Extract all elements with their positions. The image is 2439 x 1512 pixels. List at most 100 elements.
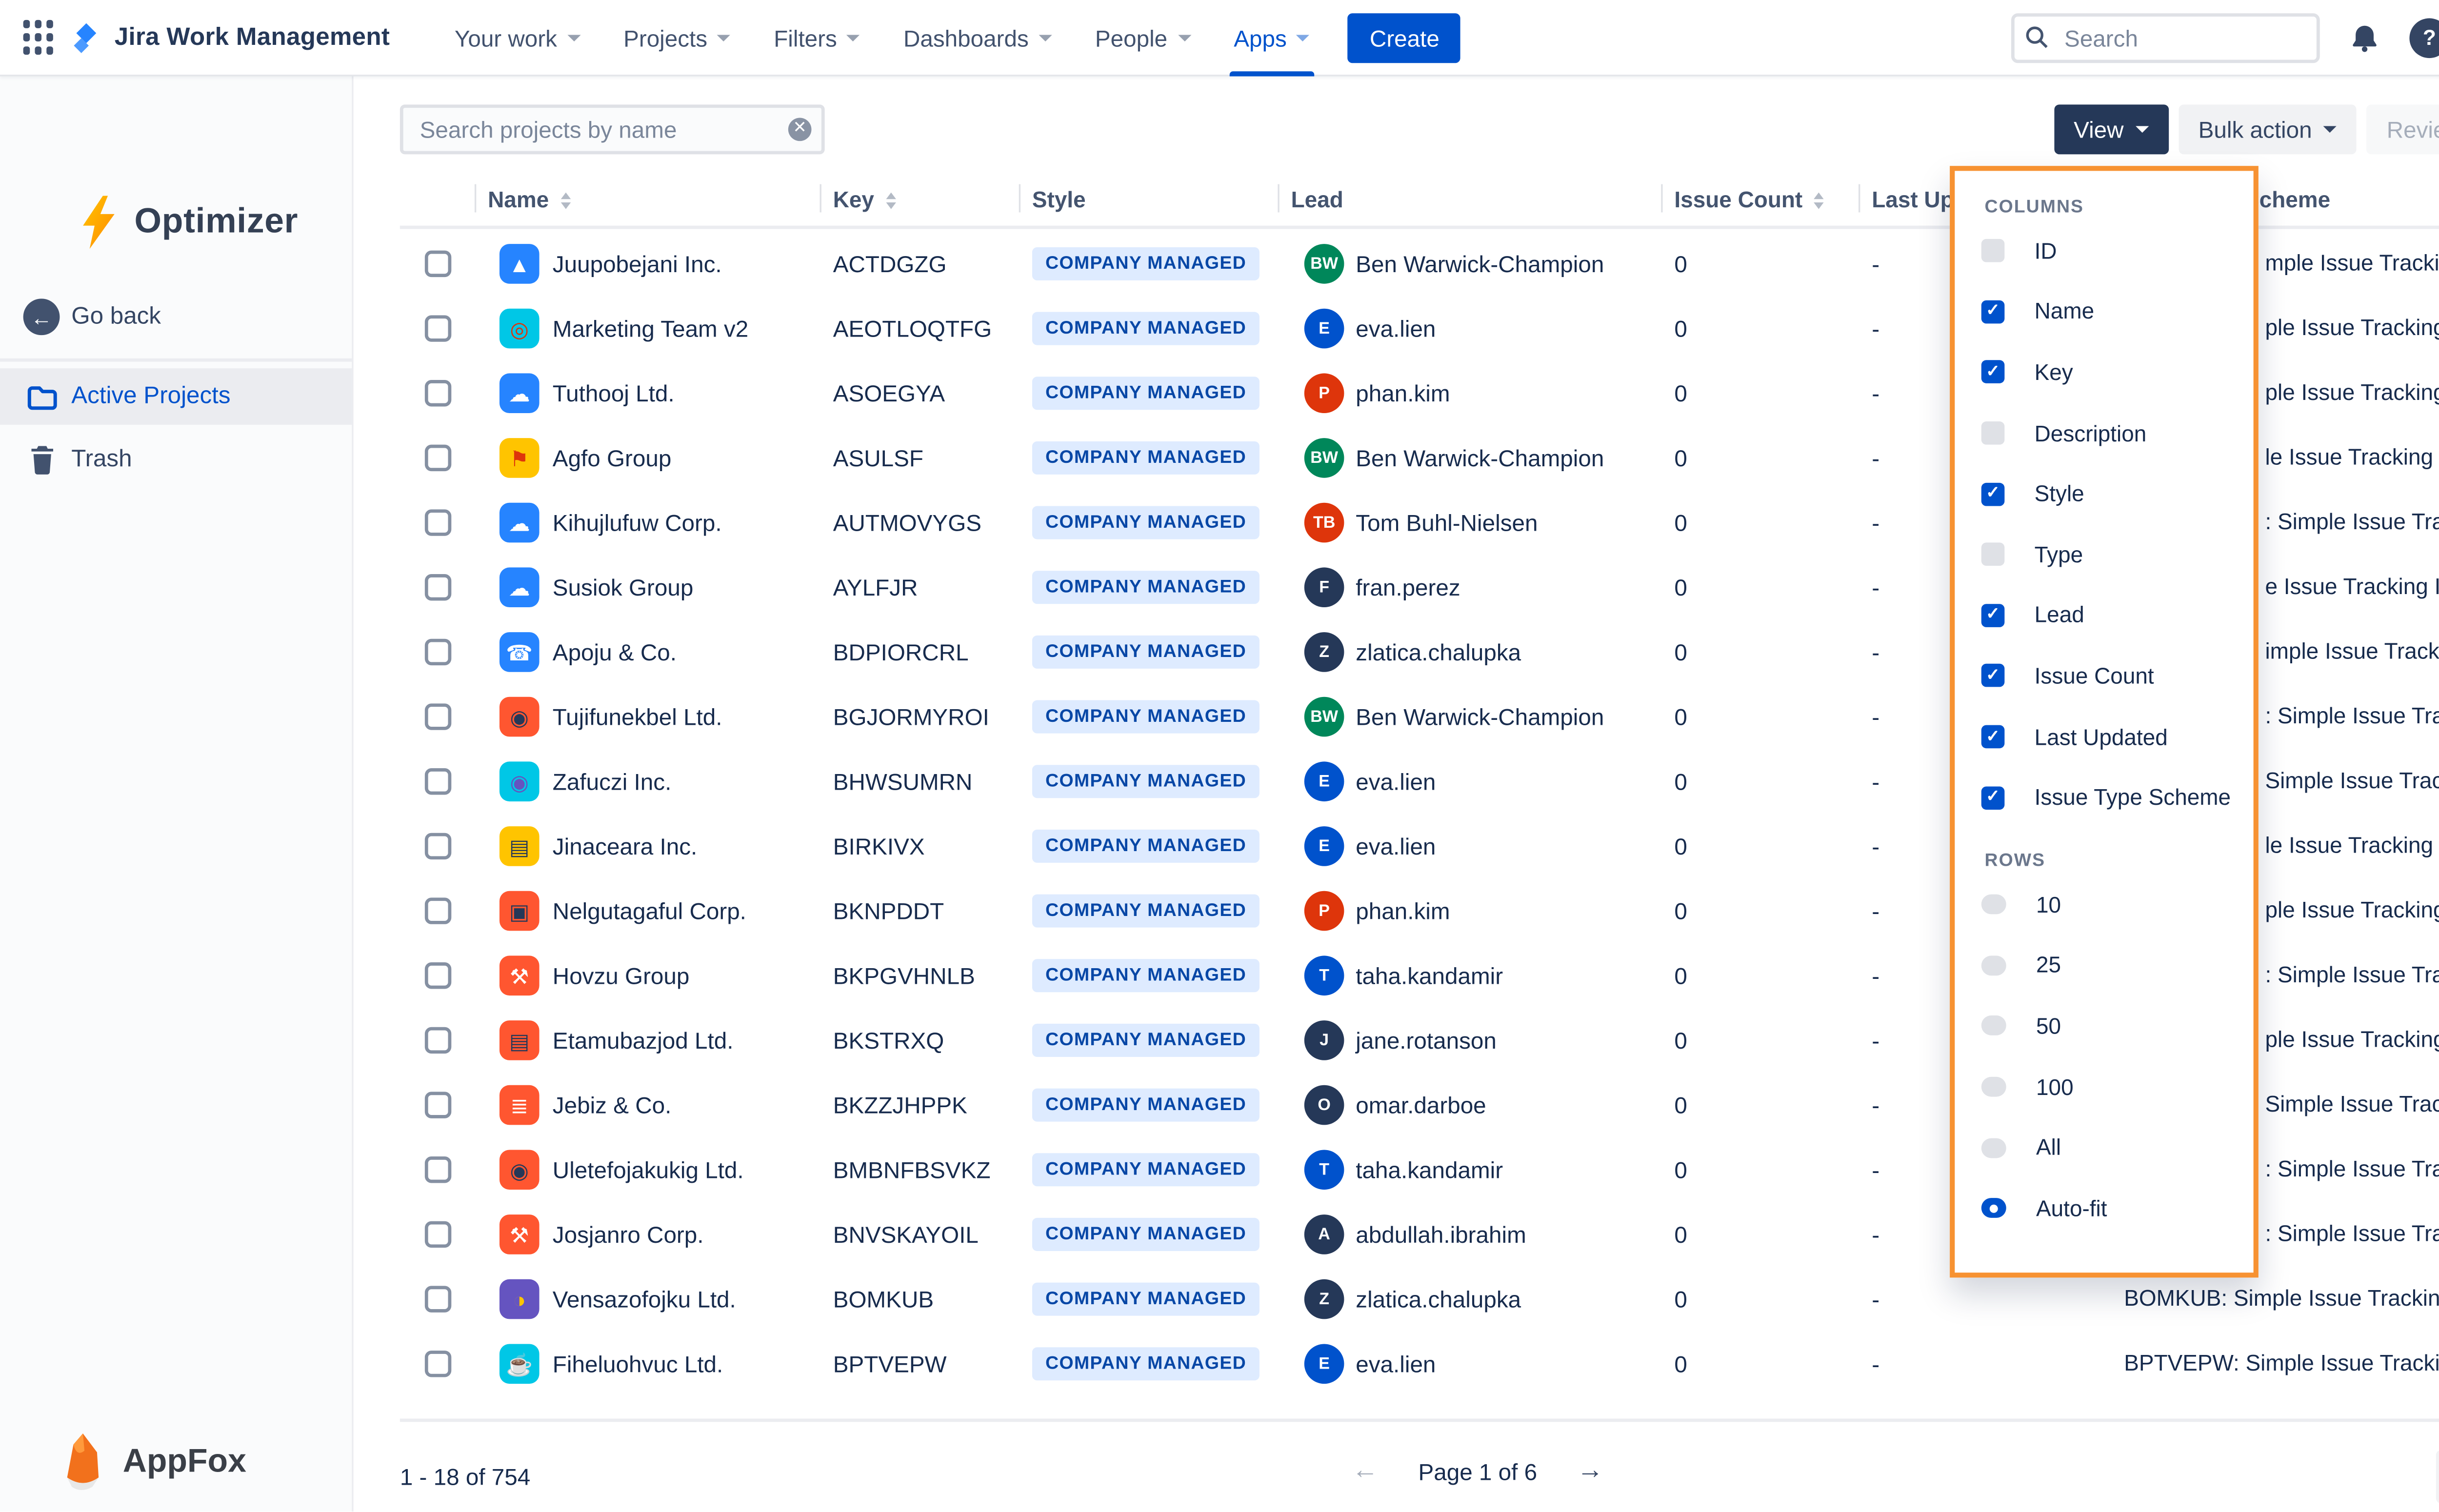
sidebar-item-active-projects[interactable]: Active Projects — [0, 368, 352, 425]
column-toggle-id[interactable]: ID — [1981, 220, 2254, 281]
row-checkbox[interactable] — [425, 509, 451, 536]
export-button[interactable]: Export — [2435, 1450, 2439, 1503]
row-checkbox[interactable] — [425, 1092, 451, 1118]
create-button[interactable]: Create — [1348, 13, 1461, 62]
checkbox-checked-icon[interactable]: ✓ — [1981, 300, 2005, 323]
project-name[interactable]: Nelgutagaful Corp. — [553, 897, 746, 924]
brand[interactable]: Jira Work Management — [70, 21, 390, 54]
prev-page-button[interactable]: ← — [1352, 1457, 1378, 1487]
project-name[interactable]: Apoju & Co. — [553, 639, 677, 665]
column-toggle-key[interactable]: ✓Key — [1981, 342, 2254, 402]
notifications-icon[interactable] — [2348, 21, 2381, 54]
rows-option-10[interactable]: 10 — [1981, 875, 2254, 935]
project-name[interactable]: Jebiz & Co. — [553, 1092, 672, 1118]
column-toggle-type[interactable]: Type — [1981, 524, 2254, 585]
view-button[interactable]: View — [2054, 104, 2168, 154]
project-name[interactable]: Tujifunekbel Ltd. — [553, 703, 722, 730]
column-resize-handle[interactable] — [1859, 184, 1860, 213]
help-icon[interactable]: ? — [2410, 18, 2439, 58]
column-toggle-style[interactable]: ✓Style — [1981, 463, 2254, 524]
row-checkbox[interactable] — [425, 445, 451, 471]
rows-option-all[interactable]: All — [1981, 1117, 2254, 1177]
checkbox-checked-icon[interactable]: ✓ — [1981, 664, 2005, 688]
row-checkbox[interactable] — [425, 703, 451, 730]
next-page-button[interactable]: → — [1577, 1457, 1603, 1487]
project-name[interactable]: Uletefojakukig Ltd. — [553, 1156, 744, 1183]
row-checkbox[interactable] — [425, 639, 451, 665]
row-checkbox[interactable] — [425, 315, 451, 341]
bulk-action-button[interactable]: Bulk action — [2179, 104, 2357, 154]
project-name[interactable]: Hovzu Group — [553, 962, 690, 989]
checkbox-unchecked-icon[interactable] — [1981, 543, 2005, 566]
row-checkbox[interactable] — [425, 1027, 451, 1054]
project-name[interactable]: Juupobejani Inc. — [553, 251, 722, 277]
project-search[interactable]: ✕ — [400, 104, 825, 154]
column-header-name[interactable]: Name — [488, 187, 570, 212]
nav-item-apps[interactable]: Apps — [1212, 0, 1332, 76]
nav-item-filters[interactable]: Filters — [752, 0, 882, 76]
checkbox-checked-icon[interactable]: ✓ — [1981, 361, 2005, 384]
project-name[interactable]: Kihujlufuw Corp. — [553, 509, 722, 536]
project-name[interactable]: Vensazofojku Ltd. — [553, 1286, 736, 1312]
app-switcher-icon[interactable] — [23, 20, 53, 55]
checkbox-checked-icon[interactable]: ✓ — [1981, 482, 2005, 506]
project-name[interactable]: Agfo Group — [553, 445, 672, 471]
row-checkbox[interactable] — [425, 1156, 451, 1183]
checkbox-checked-icon[interactable]: ✓ — [1981, 725, 2005, 749]
column-resize-handle[interactable] — [1661, 184, 1662, 213]
radio-unselected-icon[interactable] — [1981, 1137, 2006, 1157]
project-name[interactable]: Josjanro Corp. — [553, 1221, 704, 1248]
column-resize-handle[interactable] — [1019, 184, 1020, 213]
row-checkbox[interactable] — [425, 251, 451, 277]
global-search[interactable] — [2011, 13, 2320, 62]
nav-item-people[interactable]: People — [1074, 0, 1212, 76]
project-name[interactable]: Zafuczi Inc. — [553, 768, 672, 795]
row-checkbox[interactable] — [425, 1221, 451, 1248]
go-back-button[interactable]: ← Go back — [0, 289, 352, 345]
column-toggle-lead[interactable]: ✓Lead — [1981, 585, 2254, 645]
rows-option-auto-fit[interactable]: Auto-fit — [1981, 1178, 2254, 1238]
radio-unselected-icon[interactable] — [1981, 1016, 2006, 1036]
rows-option-100[interactable]: 100 — [1981, 1056, 2254, 1117]
row-checkbox[interactable] — [425, 897, 451, 924]
column-resize-handle[interactable] — [475, 184, 476, 213]
column-resize-handle[interactable] — [820, 184, 821, 213]
project-name[interactable]: Marketing Team v2 — [553, 315, 748, 341]
project-search-input[interactable] — [400, 104, 825, 154]
radio-selected-icon[interactable] — [1981, 1198, 2006, 1218]
checkbox-unchecked-icon[interactable] — [1981, 421, 2005, 445]
column-toggle-last-updated[interactable]: ✓Last Updated — [1981, 706, 2254, 767]
nav-item-dashboards[interactable]: Dashboards — [882, 0, 1074, 76]
column-toggle-name[interactable]: ✓Name — [1981, 281, 2254, 342]
project-name[interactable]: Jinaceara Inc. — [553, 833, 698, 859]
project-name[interactable]: Fiheluohvuc Ltd. — [553, 1351, 723, 1377]
row-checkbox[interactable] — [425, 1351, 451, 1377]
column-header-style[interactable]: Style — [1032, 187, 1086, 212]
column-toggle-description[interactable]: Description — [1981, 403, 2254, 463]
clear-search-icon[interactable]: ✕ — [788, 118, 812, 141]
column-header-issue-count[interactable]: Issue Count — [1674, 187, 1824, 212]
project-name[interactable]: Susiok Group — [553, 574, 694, 600]
radio-unselected-icon[interactable] — [1981, 1077, 2006, 1097]
table-row[interactable]: ☕Fiheluohvuc Ltd.BPTVEPWCOMPANY MANAGEDE… — [400, 1333, 2439, 1397]
row-checkbox[interactable] — [425, 768, 451, 795]
checkbox-unchecked-icon[interactable] — [1981, 239, 2005, 263]
row-checkbox[interactable] — [425, 833, 451, 859]
checkbox-checked-icon[interactable]: ✓ — [1981, 604, 2005, 627]
row-checkbox[interactable] — [425, 574, 451, 600]
project-name[interactable]: Tuthooj Ltd. — [553, 380, 675, 406]
column-resize-handle[interactable] — [1278, 184, 1279, 213]
rows-option-50[interactable]: 50 — [1981, 996, 2254, 1056]
nav-item-projects[interactable]: Projects — [602, 0, 752, 76]
row-checkbox[interactable] — [425, 1286, 451, 1312]
project-name[interactable]: Etamubazjod Ltd. — [553, 1027, 734, 1054]
sidebar-item-trash[interactable]: Trash — [0, 431, 352, 488]
nav-item-your-work[interactable]: Your work — [433, 0, 602, 76]
radio-unselected-icon[interactable] — [1981, 955, 2006, 975]
global-search-input[interactable] — [2011, 13, 2320, 62]
row-checkbox[interactable] — [425, 380, 451, 406]
column-header-lead[interactable]: Lead — [1291, 187, 1343, 212]
review-changes-button[interactable]: Review changes — [2367, 104, 2439, 154]
row-checkbox[interactable] — [425, 962, 451, 989]
radio-unselected-icon[interactable] — [1981, 895, 2006, 915]
